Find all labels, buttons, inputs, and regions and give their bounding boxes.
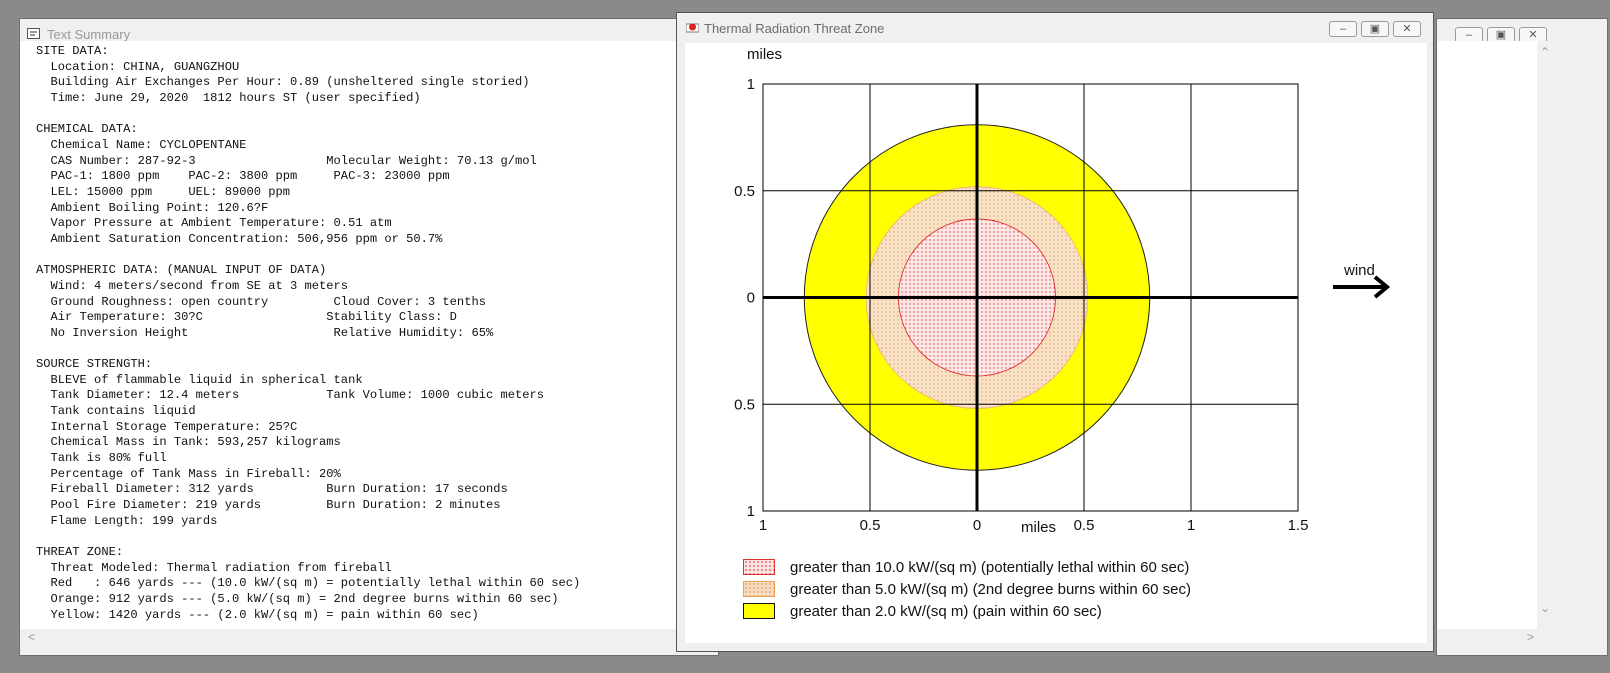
legend: greater than 10.0 kW/(sq m) (potentially… — [685, 543, 1427, 623]
summary-line: Pool Fire Diameter: 219 yards Burn Durat… — [36, 498, 501, 513]
y-axis-label: miles — [747, 46, 782, 63]
summary-line: CAS Number: 287-92-3 Molecular Weight: 7… — [36, 153, 537, 168]
summary-line: Vapor Pressure at Ambient Temperature: 0… — [36, 216, 392, 231]
close-button[interactable]: ✕ — [1393, 21, 1421, 37]
x-tick-label: 1 — [759, 517, 767, 534]
x-tick-label: 1 — [1187, 517, 1195, 534]
y-tick-label: 1 — [747, 503, 755, 520]
vertical-scrollbar[interactable]: ⌃ ⌄ — [1537, 41, 1554, 629]
threat-window-controls: – ▣ ✕ — [1329, 21, 1421, 37]
x-tick-label: 1.5 — [1288, 517, 1309, 534]
summary-line: Time: June 29, 2020 1812 hours ST (user … — [36, 90, 421, 105]
summary-line: Air Temperature: 30?C Stability Class: D — [36, 310, 457, 325]
summary-line: Internal Storage Temperature: 25?C — [36, 419, 298, 434]
legend-swatch — [743, 581, 775, 597]
summary-line: CHEMICAL DATA: — [36, 122, 138, 137]
x-axis-label: miles — [1021, 519, 1056, 536]
summary-line: Building Air Exchanges Per Hour: 0.89 (u… — [36, 75, 530, 90]
horizontal-scrollbar[interactable]: < — [20, 629, 680, 646]
background-horizontal-scrollbar[interactable]: > — [1437, 629, 1554, 646]
summary-line: Fireball Diameter: 312 yards Burn Durati… — [36, 482, 508, 497]
summary-line: No Inversion Height Relative Humidity: 6… — [36, 325, 494, 340]
threat-zone-window: Thermal Radiation Threat Zone – ▣ ✕ 1 0.5… — [676, 12, 1434, 652]
legend-label: greater than 2.0 kW/(sq m) (pain within … — [790, 602, 1102, 620]
text-summary-window: Text Summary SITE DATA: Location: CHINA,… — [19, 18, 719, 656]
x-tick-label: 0.5 — [1074, 517, 1095, 534]
y-tick-label: 0 — [747, 290, 755, 307]
x-tick-label: 0 — [973, 517, 981, 534]
summary-line: Tank contains liquid — [36, 404, 196, 419]
background-window: – ▣ ✕ ⌃ ⌄ > — [1436, 18, 1608, 656]
summary-line: PAC-1: 1800 ppm PAC-2: 3800 ppm PAC-3: 2… — [36, 169, 450, 184]
y-tick-label: 0.5 — [734, 396, 755, 413]
summary-line: Flame Length: 199 yards — [36, 513, 218, 528]
background-window-content — [1437, 41, 1537, 629]
text-summary-title: Text Summary — [47, 27, 131, 42]
summary-line: Chemical Name: CYCLOPENTANE — [36, 137, 247, 152]
summary-line: Ambient Boiling Point: 120.6?F — [36, 200, 269, 215]
scroll-left-icon[interactable]: < — [28, 630, 35, 644]
wind-label: wind — [1343, 262, 1375, 279]
summary-line: SOURCE STRENGTH: — [36, 357, 153, 372]
maximize-button[interactable]: ▣ — [1361, 21, 1389, 37]
aloha-app-icon — [686, 22, 699, 33]
summary-line: Threat Modeled: Thermal radiation from f… — [36, 560, 392, 575]
scroll-up-icon[interactable]: ⌃ — [1540, 45, 1550, 59]
summary-line: Ambient Saturation Concentration: 506,95… — [36, 231, 443, 246]
legend-item: greater than 10.0 kW/(sq m) (potentially… — [743, 557, 1189, 577]
legend-swatch — [743, 559, 775, 575]
summary-line: LEL: 15000 ppm UEL: 89000 ppm — [36, 184, 291, 199]
summary-line: SITE DATA: — [36, 44, 109, 58]
summary-line: THREAT ZONE: — [36, 545, 124, 559]
scroll-down-icon[interactable]: ⌄ — [1540, 601, 1550, 615]
text-summary-content[interactable]: SITE DATA: Location: CHINA, GUANGZHOU Bu… — [20, 41, 680, 629]
summary-line: Orange: 912 yards --- (5.0 kW/(sq m) = 2… — [36, 591, 559, 606]
legend-item: greater than 5.0 kW/(sq m) (2nd degree b… — [743, 579, 1191, 599]
summary-line: Wind: 4 meters/second from SE at 3 meter… — [36, 278, 349, 293]
summary-line: Yellow: 1420 yards --- (2.0 kW/(sq m) = … — [36, 607, 479, 622]
summary-line: BLEVE of flammable liquid in spherical t… — [36, 372, 363, 387]
x-tick-label: 0.5 — [860, 517, 881, 534]
legend-label: greater than 10.0 kW/(sq m) (potentially… — [790, 558, 1190, 576]
summary-line: Percentage of Tank Mass in Fireball: 20% — [36, 466, 341, 481]
summary-line: ATMOSPHERIC DATA: (MANUAL INPUT OF DATA) — [36, 263, 327, 278]
threat-zone-title: Thermal Radiation Threat Zone — [704, 21, 885, 36]
summary-text: SITE DATA: Location: CHINA, GUANGZHOU Bu… — [20, 41, 680, 623]
threat-zone-titlebar[interactable]: Thermal Radiation Threat Zone – ▣ ✕ — [677, 13, 1433, 43]
wind-arrow-icon — [1333, 275, 1391, 299]
summary-line: Tank is 80% full — [36, 451, 167, 466]
summary-line: Tank Diameter: 12.4 meters Tank Volume: … — [36, 388, 545, 403]
summary-line: Chemical Mass in Tank: 593,257 kilograms — [36, 435, 341, 450]
threat-zone-plot-area: 1 0.5 0 0.5 1 1.5 1 0.5 0 0.5 1 miles miles wind g… — [685, 43, 1427, 643]
legend-swatch — [743, 603, 775, 619]
y-tick-label: 0.5 — [734, 183, 755, 200]
minimize-button[interactable]: – — [1329, 21, 1357, 37]
legend-item: greater than 2.0 kW/(sq m) (pain within … — [743, 601, 1102, 621]
scroll-right-icon[interactable]: > — [1527, 630, 1534, 644]
text-document-icon — [27, 28, 40, 39]
summary-line: Red : 646 yards --- (10.0 kW/(sq m) = po… — [36, 576, 581, 591]
summary-line: Ground Roughness: open country Cloud Cov… — [36, 294, 486, 309]
summary-line: Location: CHINA, GUANGZHOU — [36, 59, 240, 74]
threat-zone-chart: 1 0.5 0 0.5 1 1.5 1 0.5 0 0.5 1 miles miles wind — [734, 46, 1391, 536]
legend-label: greater than 5.0 kW/(sq m) (2nd degree b… — [790, 580, 1192, 598]
y-tick-label: 1 — [747, 76, 755, 93]
